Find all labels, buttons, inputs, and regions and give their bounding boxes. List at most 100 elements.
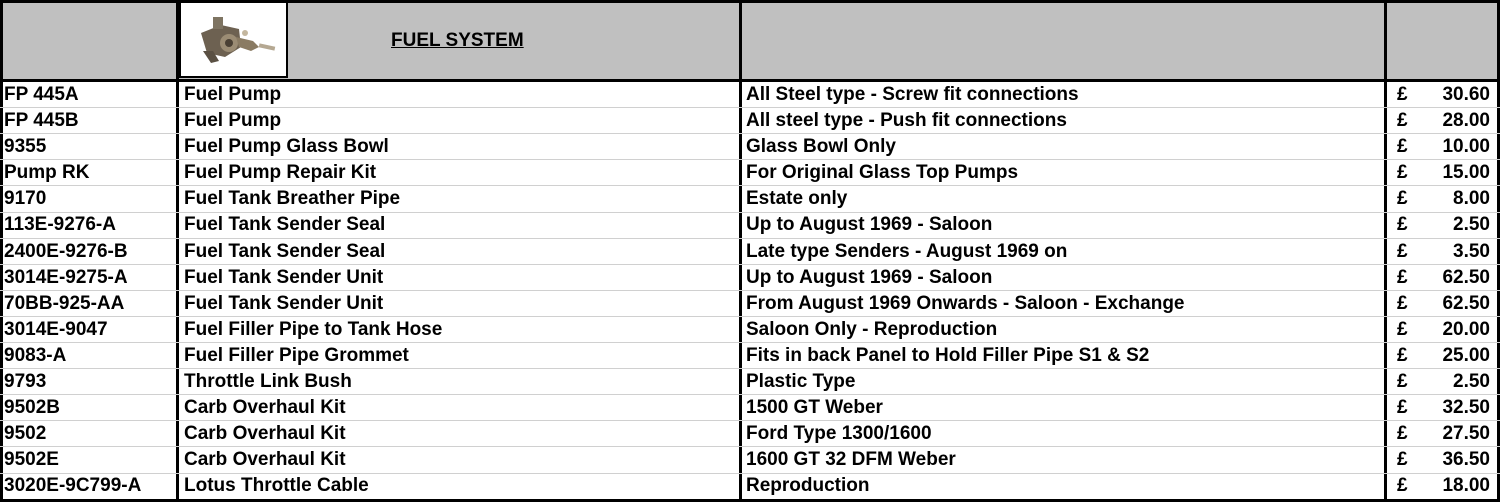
table-row: 9083-A Fuel Filler Pipe Grommet Fits in ba… [0, 343, 1500, 369]
currency-symbol: £ [1397, 240, 1408, 262]
table-row: 70BB-925-AA Fuel Tank Sender Unit From Aug… [0, 291, 1500, 317]
table-row: 9502B Carb Overhaul Kit 1500 GT Weber £32.5… [0, 395, 1500, 421]
part-description: Reproduction [746, 475, 870, 497]
currency-symbol: £ [1397, 110, 1408, 132]
row-gridline [0, 368, 1500, 370]
part-description: Glass Bowl Only [746, 136, 896, 158]
part-name: Fuel Filler Pipe to Tank Hose [184, 318, 443, 340]
row-gridline [0, 289, 1500, 291]
column-divider-3 [1384, 0, 1387, 502]
currency-symbol: £ [1397, 397, 1408, 419]
part-code: 3014E-9047 [4, 318, 108, 340]
part-name: Fuel Pump Glass Bowl [184, 136, 389, 158]
row-gridline [0, 315, 1500, 317]
currency-symbol: £ [1397, 84, 1408, 105]
part-description: Saloon Only - Reproduction [746, 318, 998, 340]
part-name: Fuel Tank Sender Seal [184, 240, 386, 262]
table-row: 9502E Carb Overhaul Kit 1600 GT 32 DFM Web… [0, 447, 1500, 473]
part-price: 3.50 [1453, 240, 1490, 262]
part-price: 62.50 [1442, 292, 1490, 314]
part-name: Lotus Throttle Cable [184, 475, 369, 497]
part-price: 2.50 [1453, 214, 1490, 236]
part-price: 30.60 [1442, 84, 1490, 105]
table-row: 3014E-9047 Fuel Filler Pipe to Tank Hose S… [0, 317, 1500, 343]
currency-symbol: £ [1397, 292, 1408, 314]
page-title: FUEL SYSTEM [391, 30, 524, 51]
part-price: 2.50 [1453, 371, 1490, 393]
part-code: 9502 [4, 423, 47, 445]
part-name: Fuel Tank Sender Unit [184, 292, 384, 314]
part-name: Carb Overhaul Kit [184, 397, 346, 419]
part-code: 3020E-9C799-A [4, 475, 142, 497]
column-divider-2 [739, 0, 742, 502]
part-name: Fuel Tank Sender Seal [184, 214, 386, 236]
part-code: 9793 [4, 371, 47, 393]
part-name: Throttle Link Bush [184, 371, 352, 393]
part-code: 3014E-9275-A [4, 266, 128, 288]
currency-symbol: £ [1397, 136, 1408, 158]
part-price: 10.00 [1442, 136, 1490, 158]
part-description: For Original Glass Top Pumps [746, 162, 1019, 184]
part-price: 62.50 [1442, 266, 1490, 288]
part-price: 18.00 [1442, 475, 1490, 497]
part-description: 1500 GT Weber [746, 397, 883, 419]
row-gridline [0, 159, 1500, 161]
part-description: Up to August 1969 - Saloon [746, 214, 993, 236]
currency-symbol: £ [1397, 188, 1408, 210]
part-description: 1600 GT 32 DFM Weber [746, 449, 956, 471]
row-gridline [0, 263, 1500, 265]
header-cell-description [741, 0, 1386, 80]
part-name: Fuel Pump [184, 84, 282, 105]
part-name: Carb Overhaul Kit [184, 423, 346, 445]
part-description: Estate only [746, 188, 848, 210]
part-price: 36.50 [1442, 449, 1490, 471]
part-description: Late type Senders - August 1969 on [746, 240, 1068, 262]
row-gridline [0, 446, 1500, 448]
part-name: Fuel Pump Repair Kit [184, 162, 377, 184]
table-row: Pump RK Fuel Pump Repair Kit For Original … [0, 160, 1500, 186]
row-gridline [0, 342, 1500, 343]
part-code: 9355 [4, 136, 47, 158]
currency-symbol: £ [1397, 162, 1408, 184]
currency-symbol: £ [1397, 371, 1408, 393]
part-name: Fuel Tank Breather Pipe [184, 188, 401, 210]
part-code: 9170 [4, 188, 47, 210]
table-row: 9170 Fuel Tank Breather Pipe Estate only £8… [0, 186, 1500, 212]
part-code: 113E-9276-A [4, 214, 116, 236]
table-row: FP 445B Fuel Pump All steel type - Push fi… [0, 108, 1500, 134]
part-price: 28.00 [1442, 110, 1490, 132]
part-price: 8.00 [1453, 188, 1490, 210]
part-code: 2400E-9276-B [4, 240, 128, 262]
border-top [0, 0, 1500, 3]
currency-symbol: £ [1397, 449, 1408, 471]
part-description: All Steel type - Screw fit connections [746, 84, 1079, 105]
table-row: 9355 Fuel Pump Glass Bowl Glass Bowl Only £… [0, 134, 1500, 160]
part-code: FP 445A [4, 84, 79, 105]
part-description: From August 1969 Onwards - Saloon - Exch… [746, 292, 1185, 314]
part-price: 25.00 [1442, 344, 1490, 366]
row-gridline [0, 394, 1500, 396]
part-code: Pump RK [4, 162, 90, 184]
currency-symbol: £ [1397, 214, 1408, 236]
table-row: FP 445A Fuel Pump All Steel type - Screw f… [0, 82, 1500, 108]
header-cell-price [1386, 0, 1500, 80]
part-code: FP 445B [4, 110, 79, 132]
part-price: 20.00 [1442, 318, 1490, 340]
part-description: Plastic Type [746, 371, 856, 393]
table-row: 9502 Carb Overhaul Kit Ford Type 1300/1600… [0, 421, 1500, 447]
part-name: Fuel Tank Sender Unit [184, 266, 384, 288]
part-price: 32.50 [1442, 397, 1490, 419]
row-gridline [0, 420, 1500, 422]
currency-symbol: £ [1397, 318, 1408, 340]
part-description: All steel type - Push fit connections [746, 110, 1067, 132]
part-price: 15.00 [1442, 162, 1490, 184]
fuel-pump-image [179, 1, 288, 78]
row-gridline [0, 107, 1500, 109]
part-name: Carb Overhaul Kit [184, 449, 346, 471]
table-row: 113E-9276-A Fuel Tank Sender Seal Up to Au… [0, 212, 1500, 238]
part-code: 70BB-925-AA [4, 292, 125, 314]
part-description: Ford Type 1300/1600 [746, 423, 932, 445]
part-name: Fuel Pump [184, 110, 282, 132]
table-row: 3014E-9275-A Fuel Tank Sender Unit Up to A… [0, 265, 1500, 291]
fuel-pump-photo-icon [181, 3, 286, 76]
